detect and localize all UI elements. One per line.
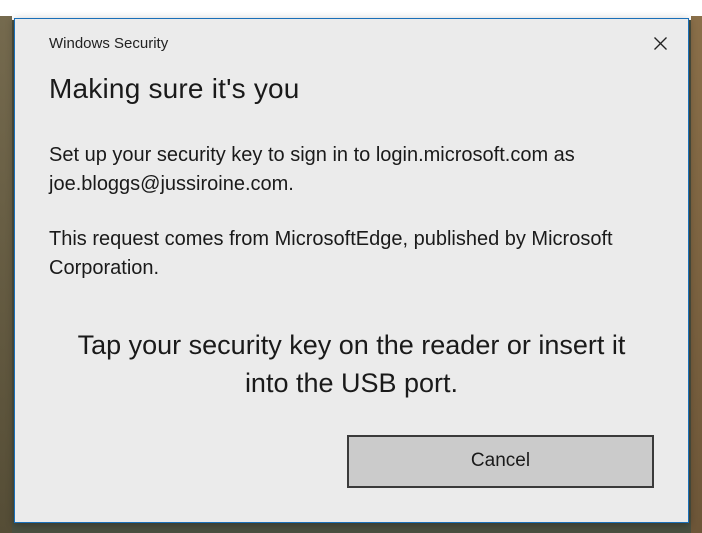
cancel-button[interactable]: Cancel	[347, 435, 654, 488]
dialog-instruction: Tap your security key on the reader or i…	[49, 327, 654, 403]
security-dialog: Windows Security Making sure it's you Se…	[14, 18, 689, 523]
dialog-header: Windows Security	[15, 19, 688, 65]
close-button[interactable]	[646, 29, 674, 57]
dialog-description: Set up your security key to sign in to l…	[49, 141, 654, 199]
dialog-body: Making sure it's you Set up your securit…	[15, 65, 688, 488]
dialog-title: Windows Security	[49, 35, 168, 52]
close-icon	[654, 37, 667, 50]
backdrop	[0, 0, 12, 533]
backdrop	[0, 0, 702, 20]
backdrop	[691, 0, 702, 533]
dialog-publisher: This request comes from MicrosoftEdge, p…	[49, 225, 654, 283]
dialog-heading: Making sure it's you	[49, 73, 654, 105]
button-row: Cancel	[49, 435, 654, 488]
